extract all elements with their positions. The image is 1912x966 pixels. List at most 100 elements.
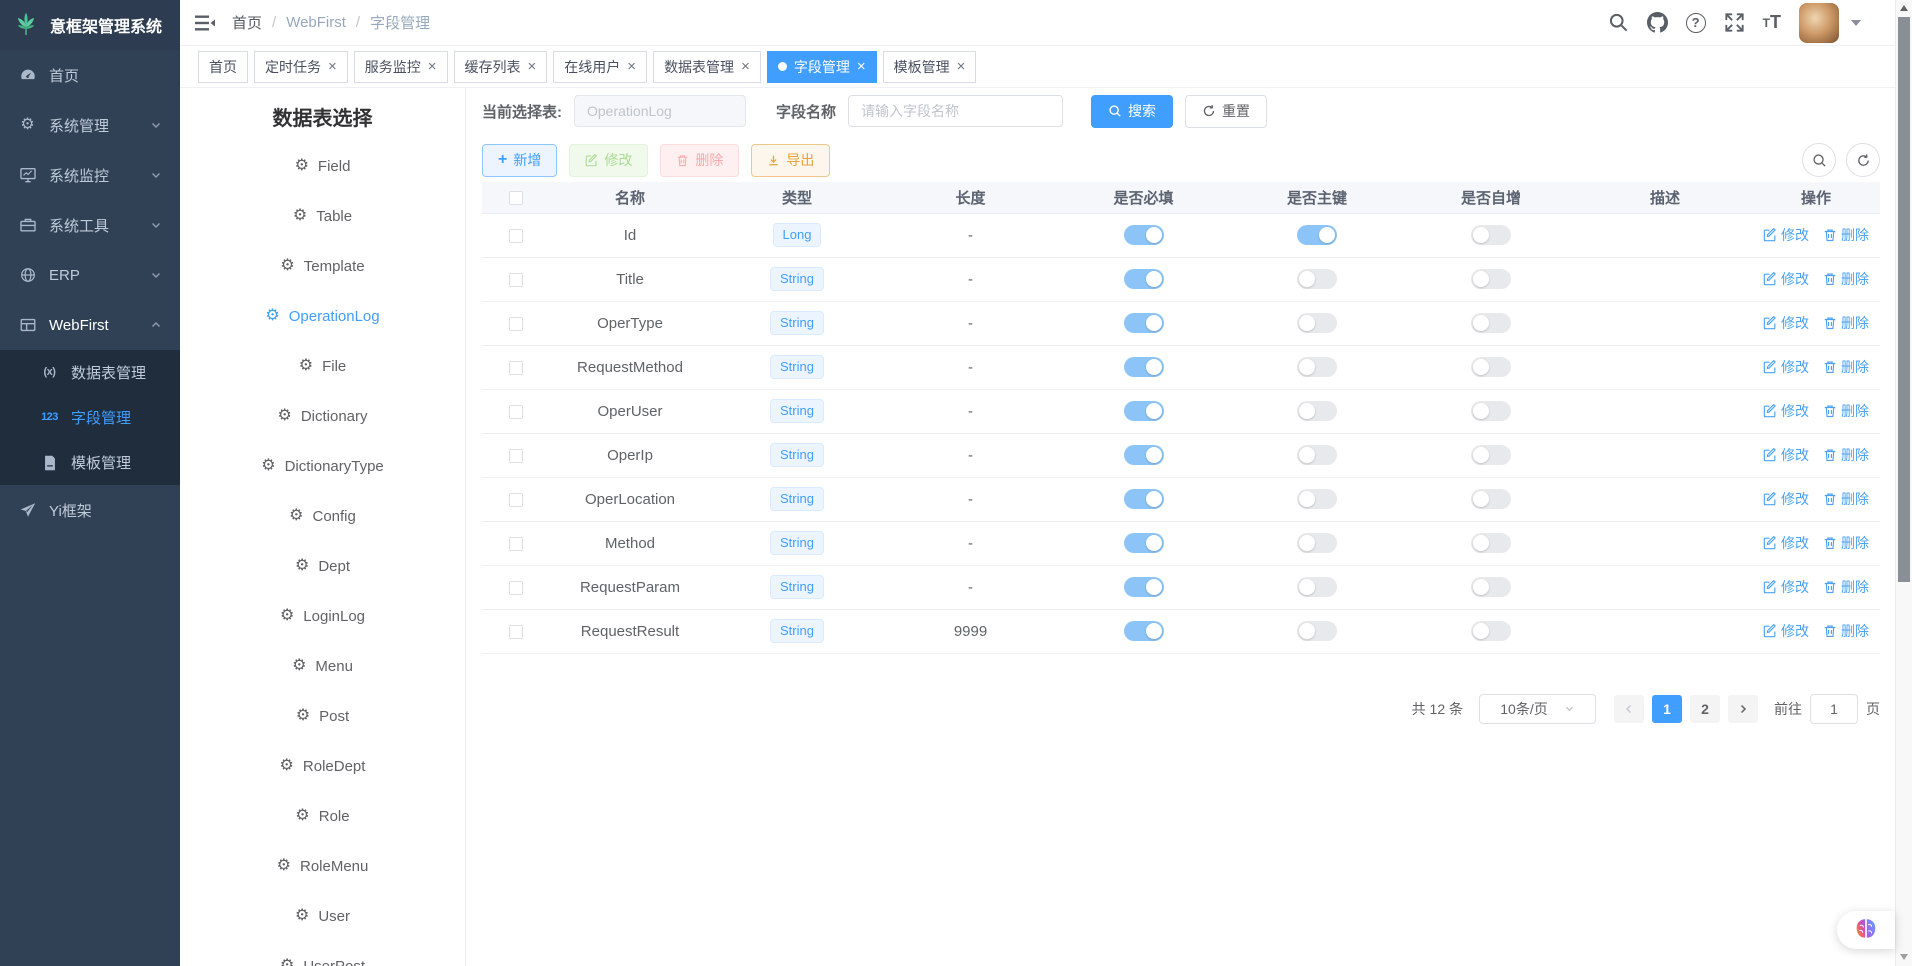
tab-scheduled-tasks[interactable]: 定时任务× <box>254 51 348 83</box>
row-checkbox[interactable] <box>509 493 523 507</box>
auto-increment-toggle[interactable] <box>1471 357 1511 377</box>
tab-service-monitor[interactable]: 服务监控× <box>354 51 448 83</box>
required-toggle[interactable] <box>1124 621 1164 641</box>
primary-key-toggle[interactable] <box>1297 357 1337 377</box>
table-option[interactable]: ⚙Dictionary <box>180 391 465 441</box>
scrollbar-thumb[interactable] <box>1898 17 1910 582</box>
edit-row-button[interactable]: 修改 <box>1763 489 1809 509</box>
scroll-down-arrow-icon[interactable] <box>1900 954 1908 960</box>
page-button-1[interactable]: 1 <box>1652 695 1682 723</box>
row-checkbox[interactable] <box>509 273 523 287</box>
row-checkbox[interactable] <box>509 317 523 331</box>
sidebar-item-system-tools[interactable]: 系统工具 <box>0 200 180 250</box>
table-option[interactable]: ⚙File <box>180 341 465 391</box>
table-option[interactable]: ⚙RoleDept <box>180 741 465 791</box>
delete-row-button[interactable]: 删除 <box>1823 445 1869 465</box>
close-icon[interactable]: × <box>528 59 537 74</box>
sidebar-item-yi-framework[interactable]: Yi框架 <box>0 485 180 535</box>
primary-key-toggle[interactable] <box>1297 225 1337 245</box>
search-button[interactable]: 搜索 <box>1091 95 1173 128</box>
tab-cache-list[interactable]: 缓存列表× <box>454 51 548 83</box>
tab-template-management[interactable]: 模板管理× <box>883 51 977 83</box>
table-option[interactable]: ⚙Config <box>180 491 465 541</box>
edit-row-button[interactable]: 修改 <box>1763 621 1809 641</box>
primary-key-toggle[interactable] <box>1297 577 1337 597</box>
close-icon[interactable]: × <box>957 59 966 74</box>
table-option[interactable]: ⚙LoginLog <box>180 591 465 641</box>
primary-key-toggle[interactable] <box>1297 445 1337 465</box>
breadcrumb-home[interactable]: 首页 <box>232 12 262 33</box>
sidebar-item-datatable-management[interactable]: (x) 数据表管理 <box>0 350 180 395</box>
hamburger-icon[interactable] <box>194 12 216 34</box>
row-checkbox[interactable] <box>509 537 523 551</box>
delete-row-button[interactable]: 删除 <box>1823 489 1869 509</box>
primary-key-toggle[interactable] <box>1297 621 1337 641</box>
row-checkbox[interactable] <box>509 229 523 243</box>
table-option-selected[interactable]: ⚙OperationLog <box>180 291 465 341</box>
font-size-icon[interactable]: TT <box>1763 12 1781 33</box>
table-option[interactable]: ⚙RoleMenu <box>180 841 465 891</box>
row-checkbox[interactable] <box>509 361 523 375</box>
auto-increment-toggle[interactable] <box>1471 225 1511 245</box>
edit-row-button[interactable]: 修改 <box>1763 533 1809 553</box>
auto-increment-toggle[interactable] <box>1471 533 1511 553</box>
delete-row-button[interactable]: 删除 <box>1823 357 1869 377</box>
edit-row-button[interactable]: 修改 <box>1763 225 1809 245</box>
row-checkbox[interactable] <box>509 405 523 419</box>
edit-row-button[interactable]: 修改 <box>1763 313 1809 333</box>
auto-increment-toggle[interactable] <box>1471 621 1511 641</box>
auto-increment-toggle[interactable] <box>1471 401 1511 421</box>
edit-row-button[interactable]: 修改 <box>1763 269 1809 289</box>
auto-increment-toggle[interactable] <box>1471 577 1511 597</box>
required-toggle[interactable] <box>1124 577 1164 597</box>
table-option[interactable]: ⚙UserPost <box>180 941 465 966</box>
delete-row-button[interactable]: 删除 <box>1823 577 1869 597</box>
edit-row-button[interactable]: 修改 <box>1763 357 1809 377</box>
table-option[interactable]: ⚙Template <box>180 241 465 291</box>
delete-row-button[interactable]: 删除 <box>1823 225 1869 245</box>
table-option[interactable]: ⚙User <box>180 891 465 941</box>
tab-datatable-management[interactable]: 数据表管理× <box>653 51 761 83</box>
required-toggle[interactable] <box>1124 533 1164 553</box>
required-toggle[interactable] <box>1124 401 1164 421</box>
delete-row-button[interactable]: 删除 <box>1823 533 1869 553</box>
tab-home[interactable]: 首页 <box>198 51 248 83</box>
avatar-dropdown-caret-icon[interactable] <box>1851 20 1861 26</box>
export-button[interactable]: 导出 <box>751 144 830 177</box>
close-icon[interactable]: × <box>741 59 750 74</box>
table-option[interactable]: ⚙Role <box>180 791 465 841</box>
sidebar-item-home[interactable]: 首页 <box>0 50 180 100</box>
delete-row-button[interactable]: 删除 <box>1823 401 1869 421</box>
sidebar-item-field-management[interactable]: 123 字段管理 <box>0 395 180 440</box>
close-icon[interactable]: × <box>627 59 636 74</box>
primary-key-toggle[interactable] <box>1297 533 1337 553</box>
auto-increment-toggle[interactable] <box>1471 445 1511 465</box>
search-icon[interactable] <box>1608 12 1629 33</box>
sidebar-item-template-management[interactable]: 模板管理 <box>0 440 180 485</box>
fullscreen-icon[interactable] <box>1724 12 1745 33</box>
field-name-input[interactable] <box>848 95 1063 127</box>
primary-key-toggle[interactable] <box>1297 313 1337 333</box>
auto-increment-toggle[interactable] <box>1471 313 1511 333</box>
avatar[interactable] <box>1799 3 1839 43</box>
edit-row-button[interactable]: 修改 <box>1763 577 1809 597</box>
refresh-table-button[interactable] <box>1846 143 1880 177</box>
row-checkbox[interactable] <box>509 625 523 639</box>
current-table-input[interactable] <box>574 95 746 127</box>
auto-increment-toggle[interactable] <box>1471 489 1511 509</box>
tab-field-management[interactable]: 字段管理× <box>767 51 877 83</box>
page-size-select[interactable]: 10条/页 <box>1479 694 1596 724</box>
delete-row-button[interactable]: 删除 <box>1823 621 1869 641</box>
scroll-up-arrow-icon[interactable] <box>1900 5 1908 11</box>
close-icon[interactable]: × <box>328 59 337 74</box>
close-icon[interactable]: × <box>428 59 437 74</box>
required-toggle[interactable] <box>1124 445 1164 465</box>
reset-button[interactable]: 重置 <box>1185 95 1267 128</box>
window-scrollbar[interactable] <box>1895 0 1912 966</box>
primary-key-toggle[interactable] <box>1297 489 1337 509</box>
primary-key-toggle[interactable] <box>1297 269 1337 289</box>
tab-online-users[interactable]: 在线用户× <box>553 51 647 83</box>
required-toggle[interactable] <box>1124 489 1164 509</box>
table-option[interactable]: ⚙Menu <box>180 641 465 691</box>
auto-increment-toggle[interactable] <box>1471 269 1511 289</box>
